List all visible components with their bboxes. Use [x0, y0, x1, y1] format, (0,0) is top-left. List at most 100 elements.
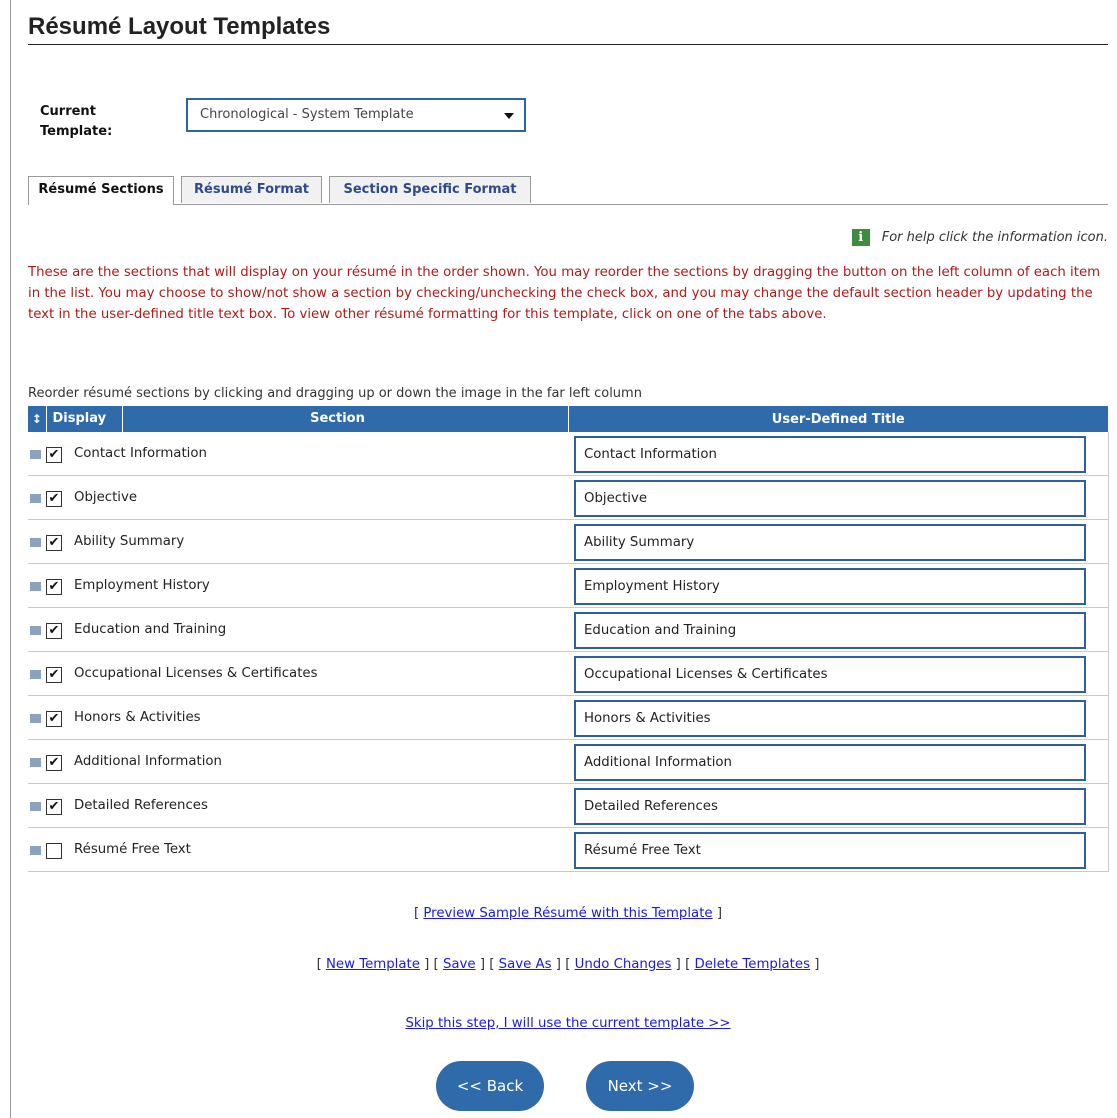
table-row: ✔ Objective Objective [28, 475, 1109, 520]
user-title-column-header: User-Defined Title [568, 406, 1108, 432]
title-cell: Additional Information [568, 739, 1109, 784]
left-border [10, 0, 11, 1118]
checkbox-cell: ✔ [46, 695, 68, 740]
user-defined-title-input[interactable]: Detailed References [574, 788, 1086, 825]
title-cell: Ability Summary [568, 519, 1109, 564]
table-row: Résumé Free Text Résumé Free Text [28, 827, 1109, 872]
drag-handle-icon[interactable] [30, 846, 41, 855]
table-row: ✔ Honors & Activities Honors & Activities [28, 695, 1109, 740]
undo-changes-link[interactable]: Undo Changes [575, 957, 672, 972]
checkbox-cell: ✔ [46, 519, 68, 564]
skip-line: Skip this step, I will use the current t… [28, 1016, 1108, 1031]
skip-step-link[interactable]: Skip this step, I will use the current t… [405, 1016, 730, 1031]
checkbox-cell: ✔ [46, 607, 68, 652]
intro-text: These are the sections that will display… [28, 265, 1101, 322]
drag-handle-icon[interactable] [30, 582, 41, 591]
display-checkbox[interactable]: ✔ [46, 622, 62, 639]
delete-templates-link[interactable]: Delete Templates [694, 957, 810, 972]
user-defined-title-input[interactable]: Ability Summary [574, 524, 1086, 561]
title-cell: Occupational Licenses & Certificates [568, 651, 1109, 696]
user-defined-title-input[interactable]: Occupational Licenses & Certificates [574, 656, 1086, 693]
drag-handle-icon[interactable] [30, 714, 41, 723]
display-checkbox[interactable]: ✔ [46, 490, 62, 507]
table-row: ✔ Contact Information Contact Information [28, 432, 1109, 476]
user-defined-title-input[interactable]: Contact Information [574, 436, 1086, 473]
chevron-down-icon [504, 113, 514, 119]
drag-cell [28, 695, 46, 740]
section-cell: Education and Training [68, 607, 568, 652]
table-row: ✔ Occupational Licenses & Certificates Occ… [28, 651, 1109, 696]
section-cell: Employment History [68, 563, 568, 608]
section-cell: Objective [68, 475, 568, 520]
drag-handle-icon[interactable] [30, 494, 41, 503]
display-checkbox[interactable]: ✔ [46, 754, 62, 771]
title-cell: Contact Information [568, 432, 1109, 476]
drag-cell [28, 563, 46, 608]
drag-cell [28, 651, 46, 696]
drag-handle-icon[interactable] [30, 758, 41, 767]
user-defined-title-input[interactable]: Employment History [574, 568, 1086, 605]
save-as-link[interactable]: Save As [499, 957, 552, 972]
tab-section-specific-format[interactable]: Section Specific Format [329, 176, 531, 203]
title-cell: Education and Training [568, 607, 1109, 652]
display-checkbox[interactable]: ✔ [46, 666, 62, 683]
checkbox-cell: ✔ [46, 475, 68, 520]
user-defined-title-input[interactable]: Honors & Activities [574, 700, 1086, 737]
user-defined-title-input[interactable]: Résumé Free Text [574, 832, 1086, 869]
template-select-value: Chronological - System Template [200, 107, 414, 122]
back-button[interactable]: << Back [436, 1061, 544, 1111]
section-name: Contact Information [74, 446, 207, 461]
drag-cell [28, 827, 46, 872]
display-checkbox[interactable] [46, 842, 62, 859]
user-defined-title-input[interactable]: Objective [574, 480, 1086, 517]
tab-resume-sections[interactable]: Résumé Sections [28, 176, 174, 205]
display-checkbox[interactable]: ✔ [46, 798, 62, 815]
display-checkbox[interactable]: ✔ [46, 446, 62, 463]
info-icon[interactable]: i [851, 229, 870, 246]
display-checkbox[interactable]: ✔ [46, 578, 62, 595]
display-section-header: Display Section [46, 406, 569, 432]
sort-icon: ↕ [31, 411, 42, 426]
tab-resume-format[interactable]: Résumé Format [181, 176, 322, 203]
sections-table: ↕ Display Section User-Defined Title ✔ Con… [28, 406, 1109, 872]
reorder-column-header: ↕ [28, 406, 47, 432]
display-checkbox[interactable]: ✔ [46, 710, 62, 727]
checkbox-cell: ✔ [46, 739, 68, 784]
drag-handle-icon[interactable] [30, 670, 41, 679]
user-defined-title-input[interactable]: Education and Training [574, 612, 1086, 649]
drag-cell [28, 432, 46, 476]
table-header-row: ↕ Display Section User-Defined Title [28, 406, 1108, 432]
preview-sample-link[interactable]: Preview Sample Résumé with this Template [423, 906, 712, 921]
drag-handle-icon[interactable] [30, 538, 41, 547]
section-name: Ability Summary [74, 534, 185, 549]
drag-cell [28, 607, 46, 652]
template-select[interactable]: Chronological - System Template [186, 98, 526, 132]
drag-cell [28, 783, 46, 828]
table-row: ✔ Employment History Employment History [28, 563, 1109, 608]
new-template-link[interactable]: New Template [326, 957, 420, 972]
table-row: ✔ Detailed References Detailed References [28, 783, 1109, 828]
user-defined-title-input[interactable]: Additional Information [574, 744, 1086, 781]
title-cell: Résumé Free Text [568, 827, 1109, 872]
drag-cell [28, 475, 46, 520]
save-link[interactable]: Save [443, 957, 476, 972]
display-checkbox[interactable]: ✔ [46, 534, 62, 551]
section-cell: Résumé Free Text [68, 827, 568, 872]
section-name: Additional Information [74, 754, 222, 769]
reorder-instructions: Reorder résumé sections by clicking and … [28, 386, 642, 401]
section-name: Résumé Free Text [74, 842, 191, 857]
section-name: Education and Training [74, 622, 227, 637]
section-name: Detailed References [74, 798, 208, 813]
title-cell: Honors & Activities [568, 695, 1109, 740]
next-button[interactable]: Next >> [586, 1061, 694, 1111]
table-row: ✔ Ability Summary Ability Summary [28, 519, 1109, 564]
checkbox-cell: ✔ [46, 651, 68, 696]
drag-handle-icon[interactable] [30, 450, 41, 459]
drag-handle-icon[interactable] [30, 802, 41, 811]
help-hint: i For help click the information icon. [851, 229, 1108, 246]
section-cell: Additional Information [68, 739, 568, 784]
table-row: ✔ Additional Information Additional Inform… [28, 739, 1109, 784]
checkbox-cell [46, 827, 68, 872]
display-column-header: Display [47, 406, 123, 432]
drag-handle-icon[interactable] [30, 626, 41, 635]
